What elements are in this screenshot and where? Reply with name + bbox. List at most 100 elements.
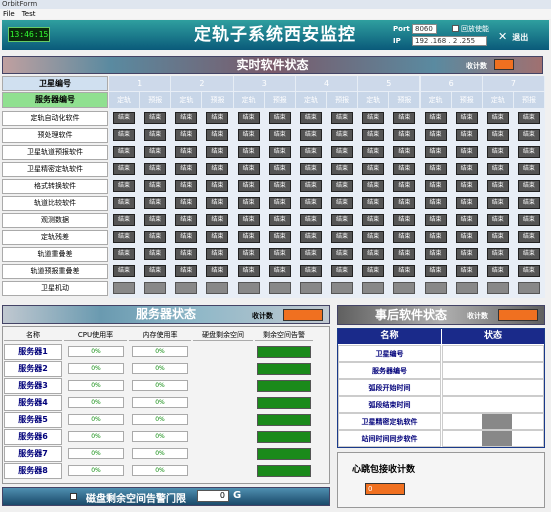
end-button[interactable]: 结束 [331, 214, 354, 226]
end-button[interactable]: 结束 [331, 112, 354, 124]
end-button[interactable]: 结束 [175, 163, 198, 175]
end-button[interactable]: 结束 [237, 180, 260, 192]
end-button[interactable]: 结束 [144, 180, 167, 192]
end-button[interactable]: 结束 [268, 112, 291, 124]
end-button[interactable]: 结束 [144, 265, 167, 277]
end-button[interactable]: 结束 [517, 112, 540, 124]
end-button[interactable]: 结束 [424, 163, 447, 175]
end-button[interactable]: 结束 [517, 180, 540, 192]
end-button[interactable]: 结束 [113, 214, 135, 226]
end-button[interactable]: 结束 [393, 146, 416, 158]
end-button[interactable]: 结束 [175, 180, 198, 192]
end-button[interactable]: 结束 [393, 180, 416, 192]
end-button[interactable]: 结束 [486, 112, 509, 124]
end-button[interactable]: 结束 [362, 112, 385, 124]
end-button[interactable]: 结束 [362, 129, 385, 141]
end-button[interactable]: 结束 [206, 180, 229, 192]
end-button[interactable]: 结束 [486, 146, 509, 158]
ip-input[interactable]: 192 .168 . 2 .255 [412, 36, 487, 46]
end-button[interactable]: 结束 [299, 197, 322, 209]
end-button[interactable]: 结束 [175, 248, 198, 260]
end-button[interactable]: 结束 [175, 214, 198, 226]
end-button[interactable]: 结束 [424, 214, 447, 226]
end-button[interactable]: 结束 [113, 112, 135, 124]
end-button[interactable]: 结束 [331, 231, 354, 243]
end-button[interactable]: 结束 [455, 265, 478, 277]
end-button[interactable]: 结束 [206, 248, 229, 260]
end-button[interactable]: 结束 [113, 146, 135, 158]
end-button[interactable]: 结束 [268, 214, 291, 226]
end-button[interactable]: 结束 [206, 163, 229, 175]
end-button[interactable]: 结束 [424, 180, 447, 192]
end-button[interactable]: 结束 [393, 265, 416, 277]
end-button[interactable]: 结束 [237, 197, 260, 209]
end-button[interactable]: 结束 [424, 197, 447, 209]
end-button[interactable]: 结束 [362, 248, 385, 260]
end-button[interactable]: 结束 [206, 129, 229, 141]
replay-checkbox[interactable] [452, 25, 459, 32]
end-button[interactable]: 结束 [486, 180, 509, 192]
end-button[interactable]: 结束 [237, 265, 260, 277]
end-button[interactable]: 结束 [362, 180, 385, 192]
end-button[interactable]: 结束 [237, 163, 260, 175]
end-button[interactable]: 结束 [517, 146, 540, 158]
end-button[interactable]: 结束 [362, 265, 385, 277]
end-button[interactable]: 结束 [362, 231, 385, 243]
end-button[interactable]: 结束 [393, 197, 416, 209]
end-button[interactable]: 结束 [299, 112, 322, 124]
end-button[interactable]: 结束 [299, 129, 322, 141]
end-button[interactable]: 结束 [206, 265, 229, 277]
end-button[interactable]: 结束 [424, 248, 447, 260]
end-button[interactable]: 结束 [393, 163, 416, 175]
end-button[interactable]: 结束 [455, 231, 478, 243]
end-button[interactable]: 结束 [237, 112, 260, 124]
end-button[interactable]: 结束 [455, 129, 478, 141]
end-button[interactable]: 结束 [175, 146, 198, 158]
end-button[interactable]: 结束 [486, 265, 509, 277]
end-button[interactable]: 结束 [362, 163, 385, 175]
end-button[interactable]: 结束 [486, 248, 509, 260]
end-button[interactable]: 结束 [299, 163, 322, 175]
end-button[interactable]: 结束 [144, 163, 167, 175]
end-button[interactable]: 结束 [517, 129, 540, 141]
end-button[interactable]: 结束 [113, 265, 135, 277]
end-button[interactable]: 结束 [113, 248, 135, 260]
end-button[interactable]: 结束 [424, 146, 447, 158]
end-button[interactable]: 结束 [362, 197, 385, 209]
end-button[interactable]: 结束 [517, 163, 540, 175]
end-button[interactable]: 结束 [237, 231, 260, 243]
end-button[interactable]: 结束 [206, 231, 229, 243]
end-button[interactable]: 结束 [331, 163, 354, 175]
end-button[interactable]: 结束 [268, 146, 291, 158]
end-button[interactable]: 结束 [331, 129, 354, 141]
end-button[interactable]: 结束 [113, 163, 135, 175]
end-button[interactable]: 结束 [175, 197, 198, 209]
end-button[interactable]: 结束 [331, 248, 354, 260]
disk-threshold-checkbox[interactable] [70, 493, 77, 500]
end-button[interactable]: 结束 [113, 197, 135, 209]
end-button[interactable]: 结束 [175, 129, 198, 141]
end-button[interactable]: 结束 [299, 265, 322, 277]
end-button[interactable]: 结束 [424, 231, 447, 243]
end-button[interactable]: 结束 [144, 231, 167, 243]
end-button[interactable]: 结束 [206, 112, 229, 124]
end-button[interactable]: 结束 [517, 214, 540, 226]
end-button[interactable]: 结束 [299, 180, 322, 192]
end-button[interactable]: 结束 [268, 163, 291, 175]
end-button[interactable]: 结束 [455, 112, 478, 124]
end-button[interactable]: 结束 [393, 214, 416, 226]
port-input[interactable]: 8060 [412, 24, 437, 34]
end-button[interactable]: 结束 [175, 231, 198, 243]
menu-test[interactable]: Test [22, 10, 36, 18]
end-button[interactable]: 结束 [424, 112, 447, 124]
end-button[interactable]: 结束 [237, 146, 260, 158]
end-button[interactable]: 结束 [331, 146, 354, 158]
exit-button[interactable]: ✕ 退出 [498, 30, 528, 43]
end-button[interactable]: 结束 [175, 112, 198, 124]
end-button[interactable]: 结束 [331, 197, 354, 209]
end-button[interactable]: 结束 [393, 129, 416, 141]
end-button[interactable]: 结束 [362, 146, 385, 158]
end-button[interactable]: 结束 [517, 197, 540, 209]
end-button[interactable]: 结束 [237, 214, 260, 226]
end-button[interactable]: 结束 [455, 248, 478, 260]
